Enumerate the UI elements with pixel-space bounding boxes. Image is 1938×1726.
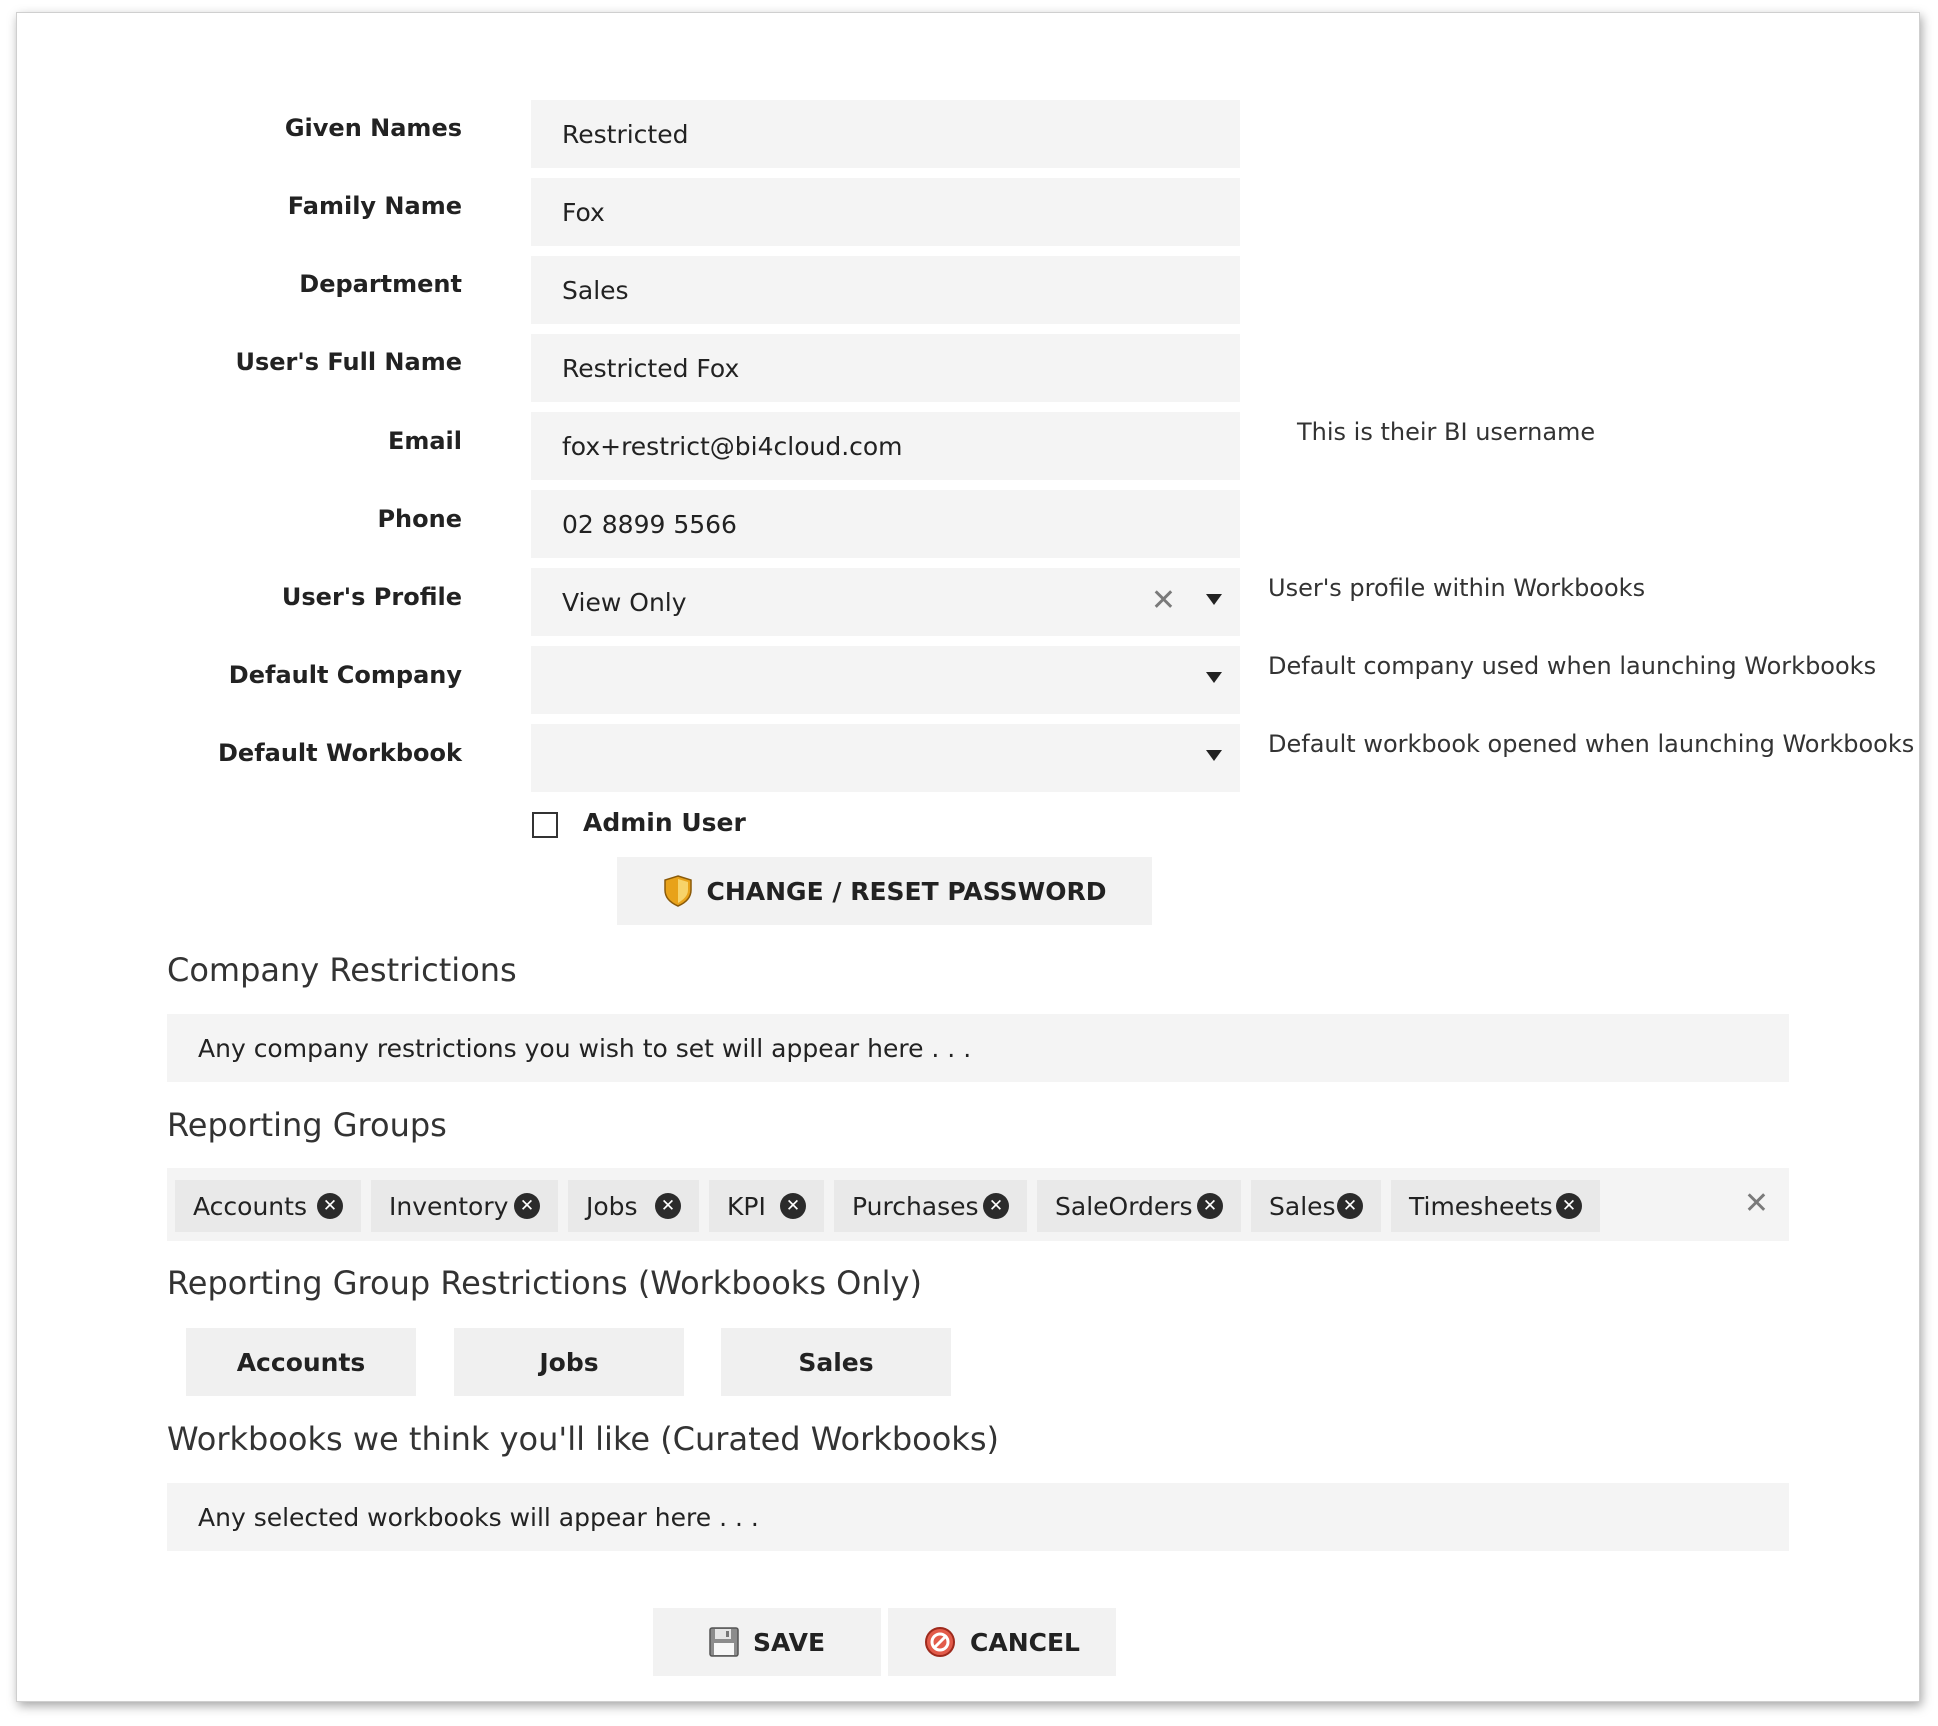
- reporting-groups-title: Reporting Groups: [167, 1106, 447, 1144]
- email-value: fox+restrict@bi4cloud.com: [562, 431, 903, 461]
- profile-label: User's Profile: [281, 583, 462, 611]
- clear-x-icon[interactable]: ✕: [1151, 583, 1176, 619]
- full-name-value: Restricted Fox: [562, 353, 740, 383]
- tag-label: KPI: [727, 1191, 766, 1221]
- caret-down-icon[interactable]: [1206, 750, 1222, 761]
- default-workbook-label: Default Workbook: [218, 739, 462, 767]
- caret-down-icon[interactable]: [1206, 672, 1222, 683]
- profile-select[interactable]: View Only ✕: [531, 568, 1240, 636]
- admin-user-label: Admin User: [583, 808, 746, 837]
- default-company-hint: Default company used when launching Work…: [1268, 652, 1877, 680]
- phone-label: Phone: [377, 505, 462, 533]
- family-name-label: Family Name: [287, 192, 462, 220]
- company-restrictions-title: Company Restrictions: [167, 951, 517, 989]
- reporting-group-restrictions-title: Reporting Group Restrictions (Workbooks …: [167, 1264, 922, 1302]
- admin-user-checkbox[interactable]: [532, 812, 558, 838]
- tag-timesheets: Timesheets ✕: [1391, 1180, 1600, 1232]
- profile-value: View Only: [562, 587, 687, 617]
- shield-icon: [663, 875, 692, 907]
- save-button[interactable]: SAVE: [653, 1608, 881, 1676]
- restriction-jobs[interactable]: Jobs: [454, 1328, 684, 1396]
- remove-circle-icon[interactable]: ✕: [1197, 1193, 1223, 1219]
- email-hint: This is their BI username: [1297, 418, 1596, 446]
- clear-x-icon[interactable]: ✕: [1744, 1186, 1769, 1221]
- default-company-select[interactable]: [531, 646, 1240, 714]
- department-value: Sales: [562, 275, 629, 305]
- remove-circle-icon[interactable]: ✕: [655, 1193, 681, 1219]
- phone-field[interactable]: 02 8899 5566: [531, 490, 1240, 558]
- save-label: SAVE: [752, 1627, 826, 1657]
- given-names-field[interactable]: Restricted: [531, 100, 1240, 168]
- family-name-field[interactable]: Fox: [531, 178, 1240, 246]
- tag-kpi: KPI ✕: [709, 1180, 824, 1232]
- given-names-label: Given Names: [284, 114, 462, 142]
- department-field[interactable]: Sales: [531, 256, 1240, 324]
- curated-workbooks-title: Workbooks we think you'll like (Curated …: [167, 1420, 999, 1458]
- company-restrictions-placeholder: Any company restrictions you wish to set…: [198, 1033, 972, 1063]
- remove-circle-icon[interactable]: ✕: [1337, 1193, 1363, 1219]
- tag-label: Jobs: [586, 1191, 638, 1221]
- email-label: Email: [387, 427, 462, 455]
- curated-workbooks-box[interactable]: Any selected workbooks will appear here …: [167, 1483, 1789, 1551]
- given-names-value: Restricted: [562, 119, 689, 149]
- tag-inventory: Inventory ✕: [371, 1180, 558, 1232]
- email-field[interactable]: fox+restrict@bi4cloud.com: [531, 412, 1240, 480]
- tag-label: Accounts: [193, 1191, 307, 1221]
- tag-label: Timesheets: [1409, 1191, 1553, 1221]
- curated-workbooks-placeholder: Any selected workbooks will appear here …: [198, 1502, 759, 1532]
- full-name-field[interactable]: Restricted Fox: [531, 334, 1240, 402]
- remove-circle-icon[interactable]: ✕: [317, 1193, 343, 1219]
- caret-down-icon[interactable]: [1206, 594, 1222, 605]
- tag-saleorders: SaleOrders ✕: [1037, 1180, 1241, 1232]
- change-password-label: CHANGE / RESET PASSWORD: [706, 876, 1107, 906]
- phone-value: 02 8899 5566: [562, 509, 737, 539]
- cancel-label: CANCEL: [970, 1627, 1080, 1657]
- reporting-groups-box[interactable]: Accounts ✕ Inventory ✕ Jobs ✕ KPI ✕ Purc…: [167, 1168, 1789, 1241]
- remove-circle-icon[interactable]: ✕: [514, 1193, 540, 1219]
- tag-jobs: Jobs ✕: [568, 1180, 699, 1232]
- profile-hint: User's profile within Workbooks: [1268, 574, 1646, 602]
- cancel-button[interactable]: CANCEL: [888, 1608, 1116, 1676]
- tag-sales: Sales ✕: [1251, 1180, 1381, 1232]
- tag-label: Sales: [1269, 1191, 1336, 1221]
- full-name-label: User's Full Name: [235, 348, 462, 376]
- company-restrictions-box[interactable]: Any company restrictions you wish to set…: [167, 1014, 1789, 1082]
- remove-circle-icon[interactable]: ✕: [1556, 1193, 1582, 1219]
- tag-label: SaleOrders: [1055, 1191, 1193, 1221]
- change-password-button[interactable]: CHANGE / RESET PASSWORD: [617, 857, 1152, 925]
- family-name-value: Fox: [562, 197, 605, 227]
- remove-circle-icon[interactable]: ✕: [780, 1193, 806, 1219]
- tag-purchases: Purchases ✕: [834, 1180, 1027, 1232]
- tag-label: Purchases: [852, 1191, 979, 1221]
- remove-circle-icon[interactable]: ✕: [983, 1193, 1009, 1219]
- default-workbook-hint: Default workbook opened when launching W…: [1268, 730, 1915, 758]
- floppy-disk-icon: [709, 1627, 739, 1657]
- restriction-accounts[interactable]: Accounts: [186, 1328, 416, 1396]
- department-label: Department: [299, 270, 462, 298]
- restriction-sales[interactable]: Sales: [721, 1328, 951, 1396]
- tag-accounts: Accounts ✕: [175, 1180, 361, 1232]
- tag-label: Inventory: [389, 1191, 509, 1221]
- default-company-label: Default Company: [228, 661, 462, 689]
- no-entry-icon: [925, 1627, 955, 1657]
- default-workbook-select[interactable]: [531, 724, 1240, 792]
